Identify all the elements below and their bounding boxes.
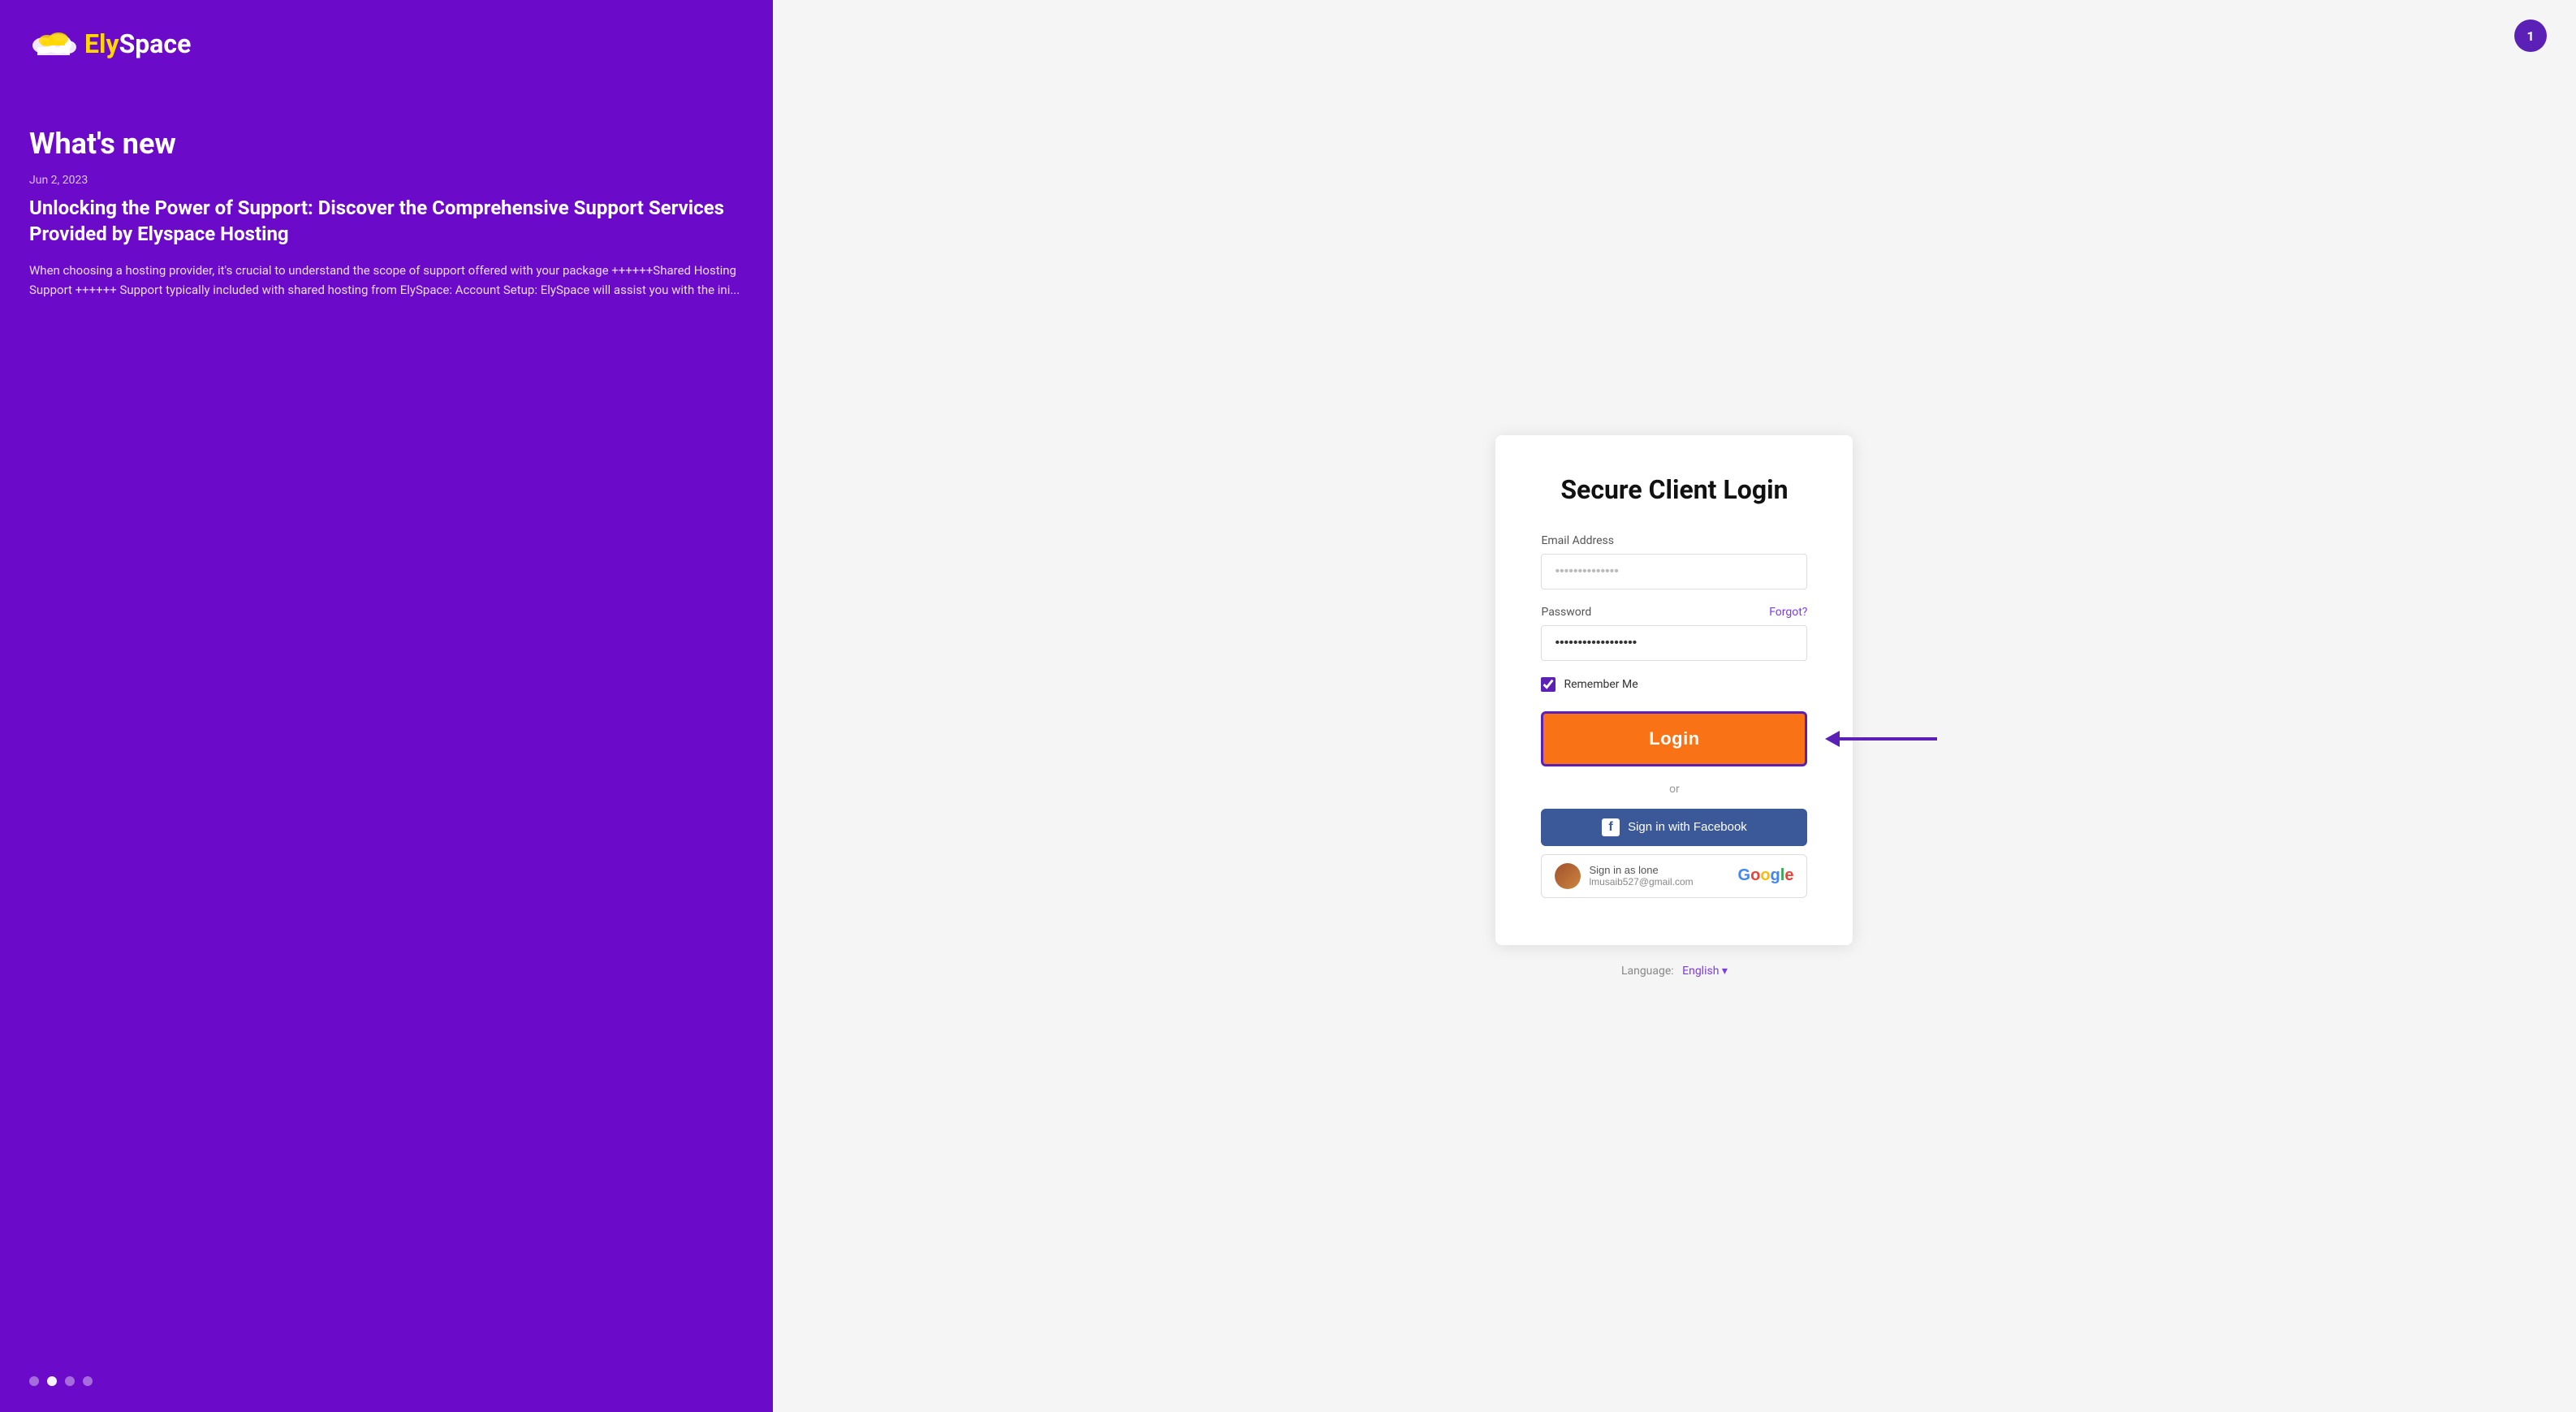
email-field-group: Email Address [1541,534,1807,589]
facebook-button-label: Sign in with Facebook [1628,820,1747,834]
password-field-group: Password Forgot? [1541,606,1807,661]
password-label-row: Password Forgot? [1541,606,1807,619]
article-date: Jun 2, 2023 [29,174,744,187]
language-bar: Language: English ▾ [1621,965,1728,978]
google-logo-icon: Google [1738,866,1794,885]
remember-checkbox[interactable] [1541,677,1556,692]
login-title: Secure Client Login [1541,474,1807,505]
arrow-head [1825,731,1840,747]
google-sign-in-label: Sign in as lone [1589,864,1658,877]
arrow-line [1840,737,1937,741]
password-label: Password [1541,606,1591,619]
email-input[interactable] [1541,554,1807,589]
logo-text: ElySpace [84,28,191,59]
arrow-indicator [1825,731,1937,747]
google-btn-inner: Sign in as lone lmusaib527@gmail.com [1555,863,1693,889]
carousel-dot-3[interactable] [65,1376,75,1386]
carousel-dot-4[interactable] [83,1376,93,1386]
whats-new-title: What's new [29,127,744,161]
language-dropdown-icon[interactable]: ▾ [1722,965,1728,978]
language-selector[interactable]: English [1682,965,1719,978]
login-button-wrapper: Login [1541,711,1807,766]
whats-new-section: What's new Jun 2, 2023 Unlocking the Pow… [29,127,744,1350]
logo-area: ElySpace [29,26,744,62]
or-divider: or [1541,783,1807,796]
avatar [1555,863,1581,889]
login-card: Secure Client Login Email Address Passwo… [1495,435,1853,945]
email-label: Email Address [1541,534,1807,547]
google-btn-text: Sign in as lone lmusaib527@gmail.com [1589,864,1693,888]
forgot-link[interactable]: Forgot? [1769,606,1807,619]
password-input[interactable] [1541,625,1807,661]
article-title: Unlocking the Power of Support: Discover… [29,195,744,248]
language-label: Language: [1621,965,1674,978]
facebook-signin-button[interactable]: f Sign in with Facebook [1541,809,1807,846]
remember-label: Remember Me [1564,678,1638,691]
google-signin-button[interactable]: Sign in as lone lmusaib527@gmail.com Goo… [1541,854,1807,898]
article-excerpt: When choosing a hosting provider, it's c… [29,261,744,300]
login-button[interactable]: Login [1541,711,1807,766]
notification-badge[interactable]: 1 [2514,19,2547,52]
google-sign-in-email: lmusaib527@gmail.com [1589,876,1693,887]
logo-icon [29,26,78,62]
carousel-dot-2[interactable] [47,1376,57,1386]
carousel-dot-1[interactable] [29,1376,39,1386]
left-panel: ElySpace What's new Jun 2, 2023 Unlockin… [0,0,773,1412]
carousel-dots [29,1376,744,1386]
facebook-icon: f [1602,818,1620,836]
avatar-image [1555,863,1581,889]
right-panel: 1 Secure Client Login Email Address Pass… [773,0,2576,1412]
remember-row: Remember Me [1541,677,1807,692]
